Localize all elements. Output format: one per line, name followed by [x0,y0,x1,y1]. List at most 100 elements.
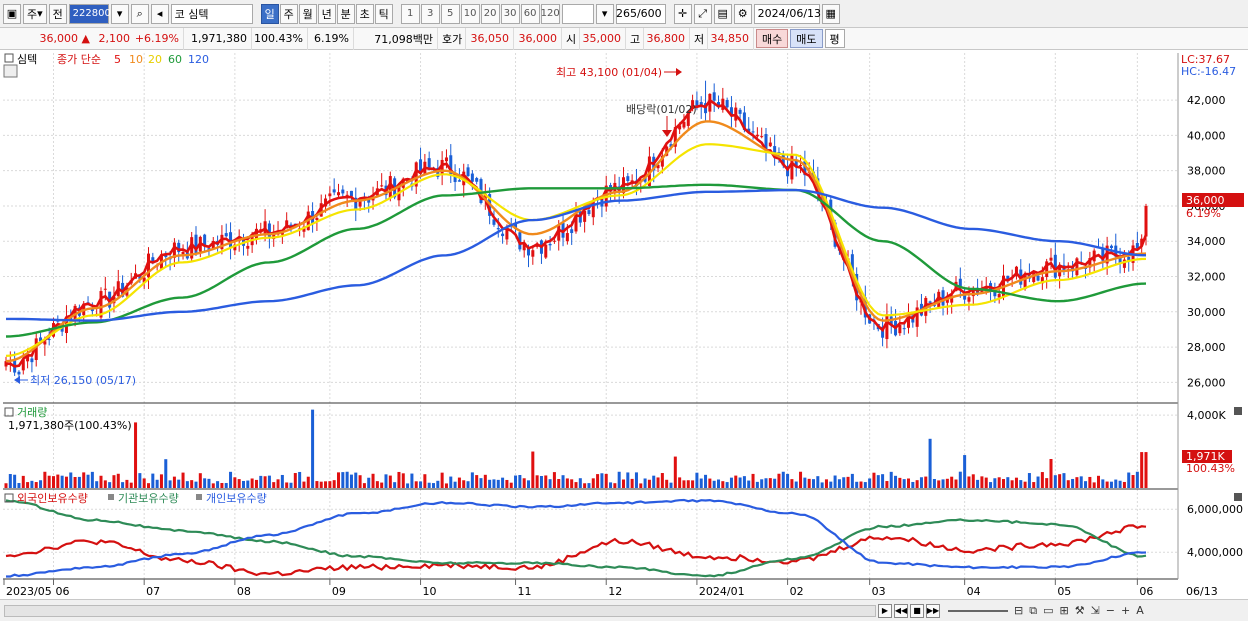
count-field[interactable]: 265/600 [615,3,666,24]
tools-icon[interactable]: ⚒ [1075,604,1085,617]
volume-bar [43,471,47,488]
x-axis-label: 2024/01 [699,585,745,598]
volume-bar [220,482,224,488]
interval-button-30[interactable]: 30 [500,3,520,24]
volume-bar [1049,458,1053,488]
chart-type-icon[interactable]: ⊞ [1059,604,1068,617]
volume-bar [1118,480,1122,488]
crosshair-icon[interactable]: ✛ [673,3,692,24]
gear-icon[interactable]: ⚙ [733,3,752,24]
prev-button[interactable]: 전 [48,3,67,24]
volume-bar [1027,473,1031,488]
price-axis-tick: 26,000 [1187,376,1226,389]
search-icon[interactable]: ⌕ [130,3,149,24]
scrollbar-track[interactable] [4,604,876,617]
volume-bar [621,479,626,488]
volume-bar [69,472,73,488]
interval-button-120[interactable]: 120 [541,3,560,24]
volume-bar [121,482,125,488]
zoom-in-icon[interactable]: + [1121,604,1130,617]
layout-icon[interactable]: ⊟ [1014,604,1023,617]
volume-bar [427,482,431,488]
volume-bar [4,483,8,488]
sell-button[interactable]: 매도 [790,29,823,48]
volume-bar [138,473,142,488]
interval-button-60[interactable]: 60 [520,3,540,24]
chevron-down-icon[interactable]: ▾ [595,3,614,24]
export-icon[interactable]: ⇲ [1091,604,1100,617]
window-icon[interactable]: ▣ [3,3,21,24]
candle-body [544,244,548,258]
volume-bar [824,479,828,488]
save-icon[interactable]: ▤ [713,3,732,24]
type-select[interactable]: 주 ▾ [23,3,47,24]
tools-icon[interactable]: ⤢ [693,3,712,24]
calendar-icon[interactable]: ▦ [821,3,840,24]
interval-button-10[interactable]: 10 [460,3,480,24]
fast-forward-icon[interactable]: ▶▶ [926,603,940,618]
panel-grid-icon[interactable] [3,64,18,78]
interval-button-5[interactable]: 5 [440,3,460,24]
stock-name-field[interactable]: 코 심텍 [170,3,253,24]
date-field[interactable]: 2024/06/13 [753,3,821,24]
interval-button-20[interactable]: 20 [480,3,500,24]
volume-bar [397,471,401,488]
interval-input[interactable] [561,3,594,24]
volume-bar [678,477,682,488]
volume-bar [613,483,617,488]
period-tab-2[interactable]: 월 [298,3,317,24]
ask-price: 36,050 [466,27,514,50]
chart-area[interactable]: 42,000 40,000 38,000 36,000 34,000 32,000 30,0… [0,50,1248,599]
close-icon[interactable] [1234,493,1242,501]
avg-button[interactable]: 평 [824,29,845,48]
candle-body [570,229,574,234]
candle-body [902,328,906,330]
period-tab-0[interactable]: 일 [260,3,279,24]
candle-body [501,233,505,237]
period-tab-1[interactable]: 주 [279,3,298,24]
volume-bar [328,481,332,488]
rewind-icon[interactable]: ◀◀ [894,603,908,618]
stock-code-input[interactable]: 222800 [68,3,111,24]
x-axis-label: 08 [237,585,251,598]
chevron-down-icon[interactable]: ▾ [110,3,129,24]
period-tab-4[interactable]: 분 [336,3,355,24]
x-axis-label: 09 [332,585,346,598]
volume-bar [17,483,21,488]
x-axis-label: 06 [1139,585,1153,598]
volume-bar [751,473,755,488]
candle-body [470,173,474,182]
buy-button[interactable]: 매수 [756,29,789,48]
period-tab-5[interactable]: 초 [355,3,374,24]
play-icon[interactable]: ▶ [878,603,892,618]
volume-bar [958,471,962,488]
period-tab-6[interactable]: 틱 [374,3,393,24]
candle-body [224,233,228,237]
volume-bar [86,474,90,488]
speaker-icon[interactable]: ◂ [150,3,169,24]
candle-body [332,189,336,193]
volume-bar [794,481,798,488]
candle-body [1144,205,1148,237]
volume-bar [371,473,375,488]
volume-bar [1040,472,1044,488]
volume-bar [755,481,759,488]
interval-button-1[interactable]: 1 [400,3,420,24]
candle-body [997,293,1001,298]
stop-icon[interactable]: ■ [910,603,924,618]
period-tab-3[interactable]: 년 [317,3,336,24]
volume-bar [453,481,457,488]
volume-bar [652,475,656,488]
font-size-icon[interactable]: A [1136,604,1144,617]
volume-bar [971,474,975,488]
interval-button-3[interactable]: 3 [420,3,440,24]
volume-bar [816,476,820,488]
zoom-slider[interactable] [948,609,1008,612]
price-axis-tick: 32,000 [1187,271,1226,284]
volume-bar [332,480,336,488]
close-icon[interactable] [1234,407,1242,415]
print-icon[interactable]: ▭ [1043,604,1053,617]
zoom-out-icon[interactable]: − [1106,604,1115,617]
count-value: 265 [615,7,637,20]
copy-icon[interactable]: ⧉ [1029,604,1037,618]
